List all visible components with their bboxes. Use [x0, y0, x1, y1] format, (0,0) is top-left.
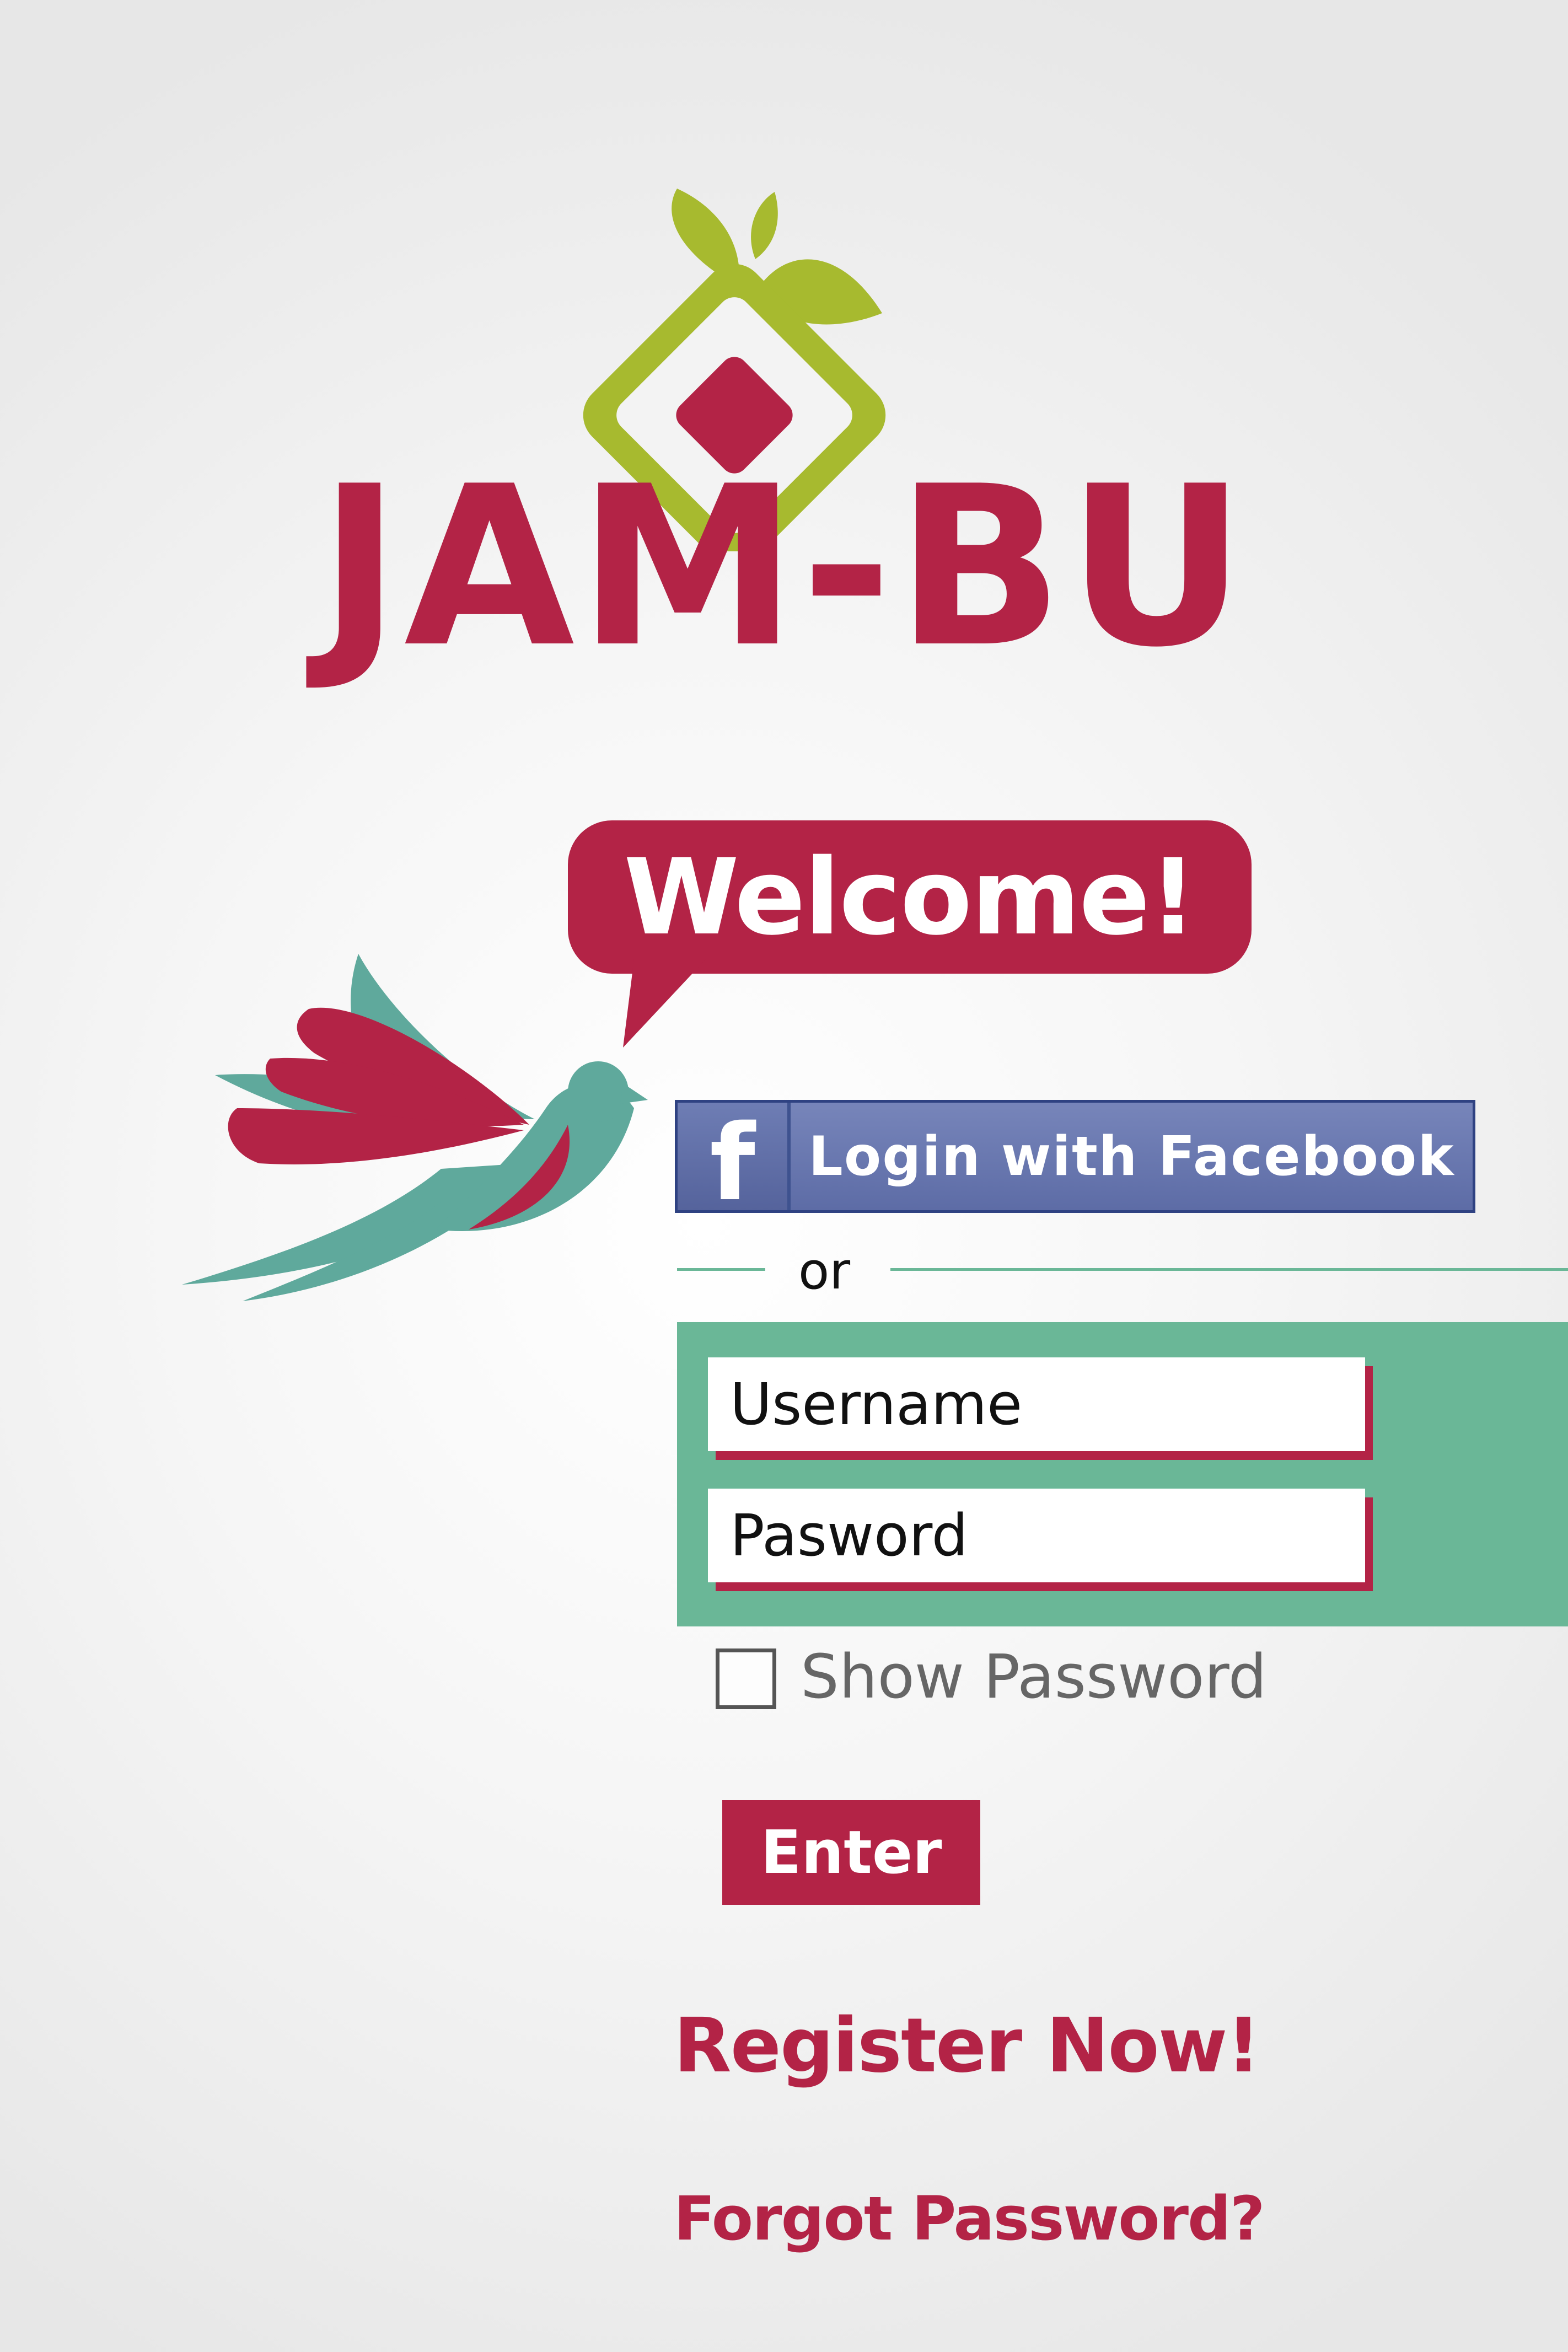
- welcome-text: Welcome!: [624, 836, 1196, 958]
- or-divider-label: or: [798, 1242, 851, 1301]
- divider-right: [890, 1268, 1568, 1271]
- facebook-login-button[interactable]: f Login with Facebook: [675, 1100, 1475, 1224]
- bird-icon: [182, 954, 648, 1301]
- show-password-checkbox[interactable]: [716, 1648, 776, 1709]
- brand-name: JAM-BU: [318, 439, 1250, 696]
- divider-left: [677, 1268, 765, 1271]
- show-password-label: Show Password: [801, 1641, 1267, 1712]
- username-input[interactable]: [708, 1357, 1365, 1451]
- register-now-link[interactable]: Register Now!: [674, 2002, 1260, 2090]
- facebook-icon: f: [678, 1102, 791, 1224]
- forgot-password-link[interactable]: Forgot Password?: [674, 2183, 1265, 2254]
- password-input[interactable]: [708, 1489, 1365, 1582]
- enter-button[interactable]: Enter: [722, 1800, 980, 1905]
- facebook-login-label: Login with Facebook: [808, 1125, 1455, 1188]
- facebook-icon-glyph: f: [710, 1102, 755, 1224]
